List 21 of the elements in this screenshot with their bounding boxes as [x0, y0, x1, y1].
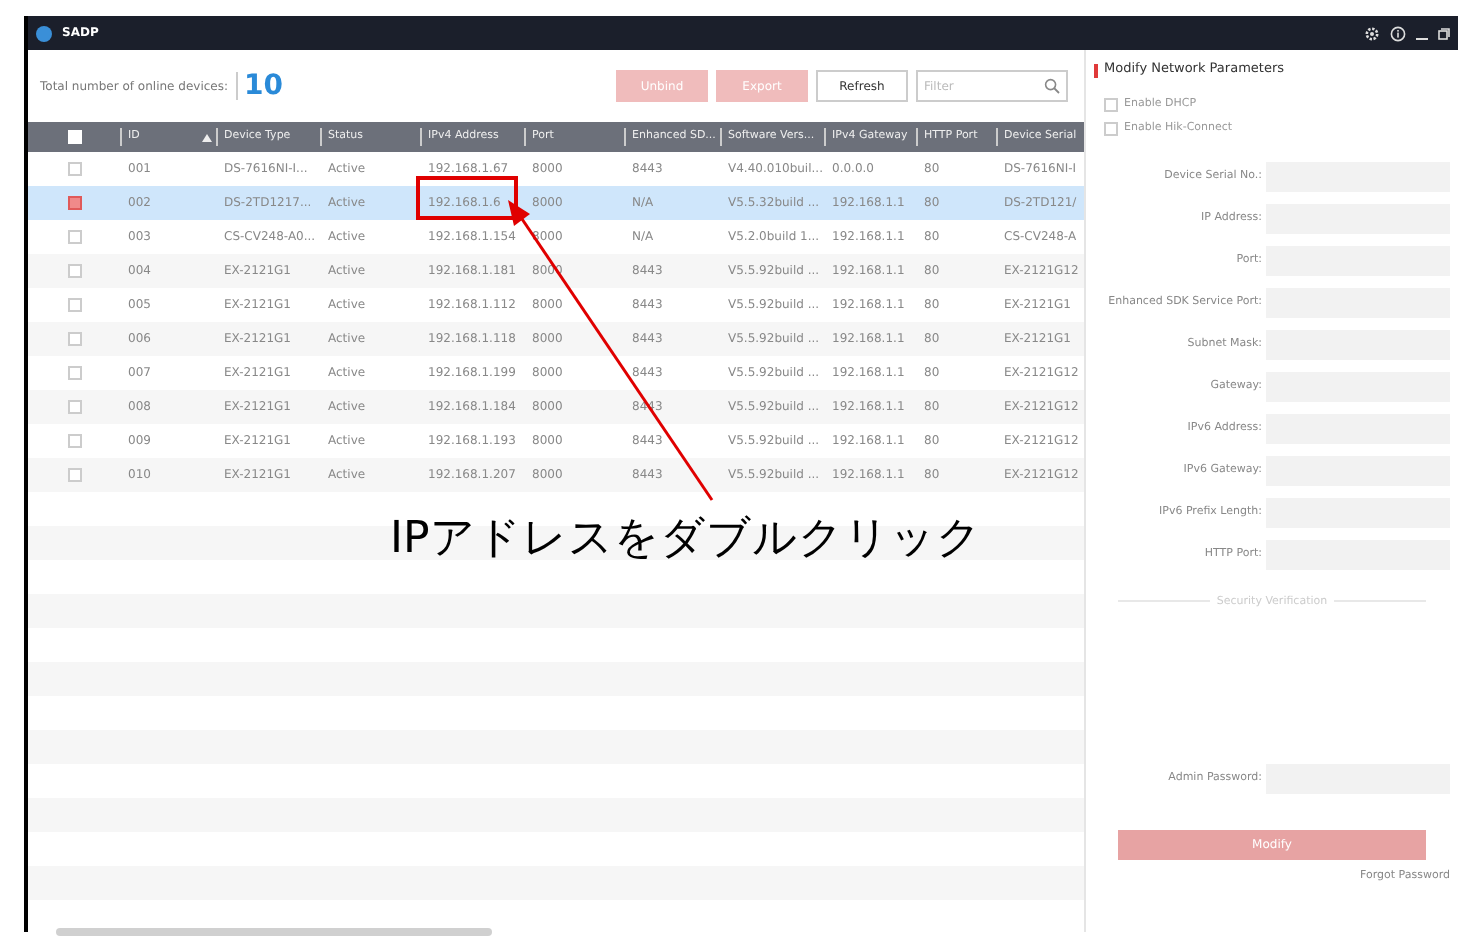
app-logo-icon — [36, 25, 52, 41]
checkbox[interactable] — [67, 400, 81, 414]
checkbox[interactable] — [67, 162, 81, 176]
sort-icon[interactable] — [202, 133, 212, 141]
checkbox[interactable] — [67, 298, 81, 312]
checkbox[interactable] — [67, 366, 81, 380]
checkbox[interactable] — [67, 332, 81, 346]
device-count: 10 — [236, 72, 283, 100]
restore-icon[interactable] — [1438, 27, 1450, 39]
accent-bar — [1094, 63, 1098, 77]
checkbox[interactable] — [1104, 121, 1118, 136]
checkbox[interactable] — [67, 230, 81, 244]
checkbox[interactable] — [67, 196, 81, 210]
checkbox[interactable] — [67, 264, 81, 278]
info-icon[interactable] — [1390, 25, 1406, 41]
annotation-text: IPアドレスをダブルクリック — [390, 518, 982, 562]
search-icon[interactable] — [1044, 78, 1060, 94]
settings-icon[interactable] — [1364, 25, 1380, 41]
checkbox[interactable] — [67, 434, 81, 448]
checkbox[interactable] — [67, 468, 81, 482]
checkbox[interactable] — [1104, 97, 1118, 112]
